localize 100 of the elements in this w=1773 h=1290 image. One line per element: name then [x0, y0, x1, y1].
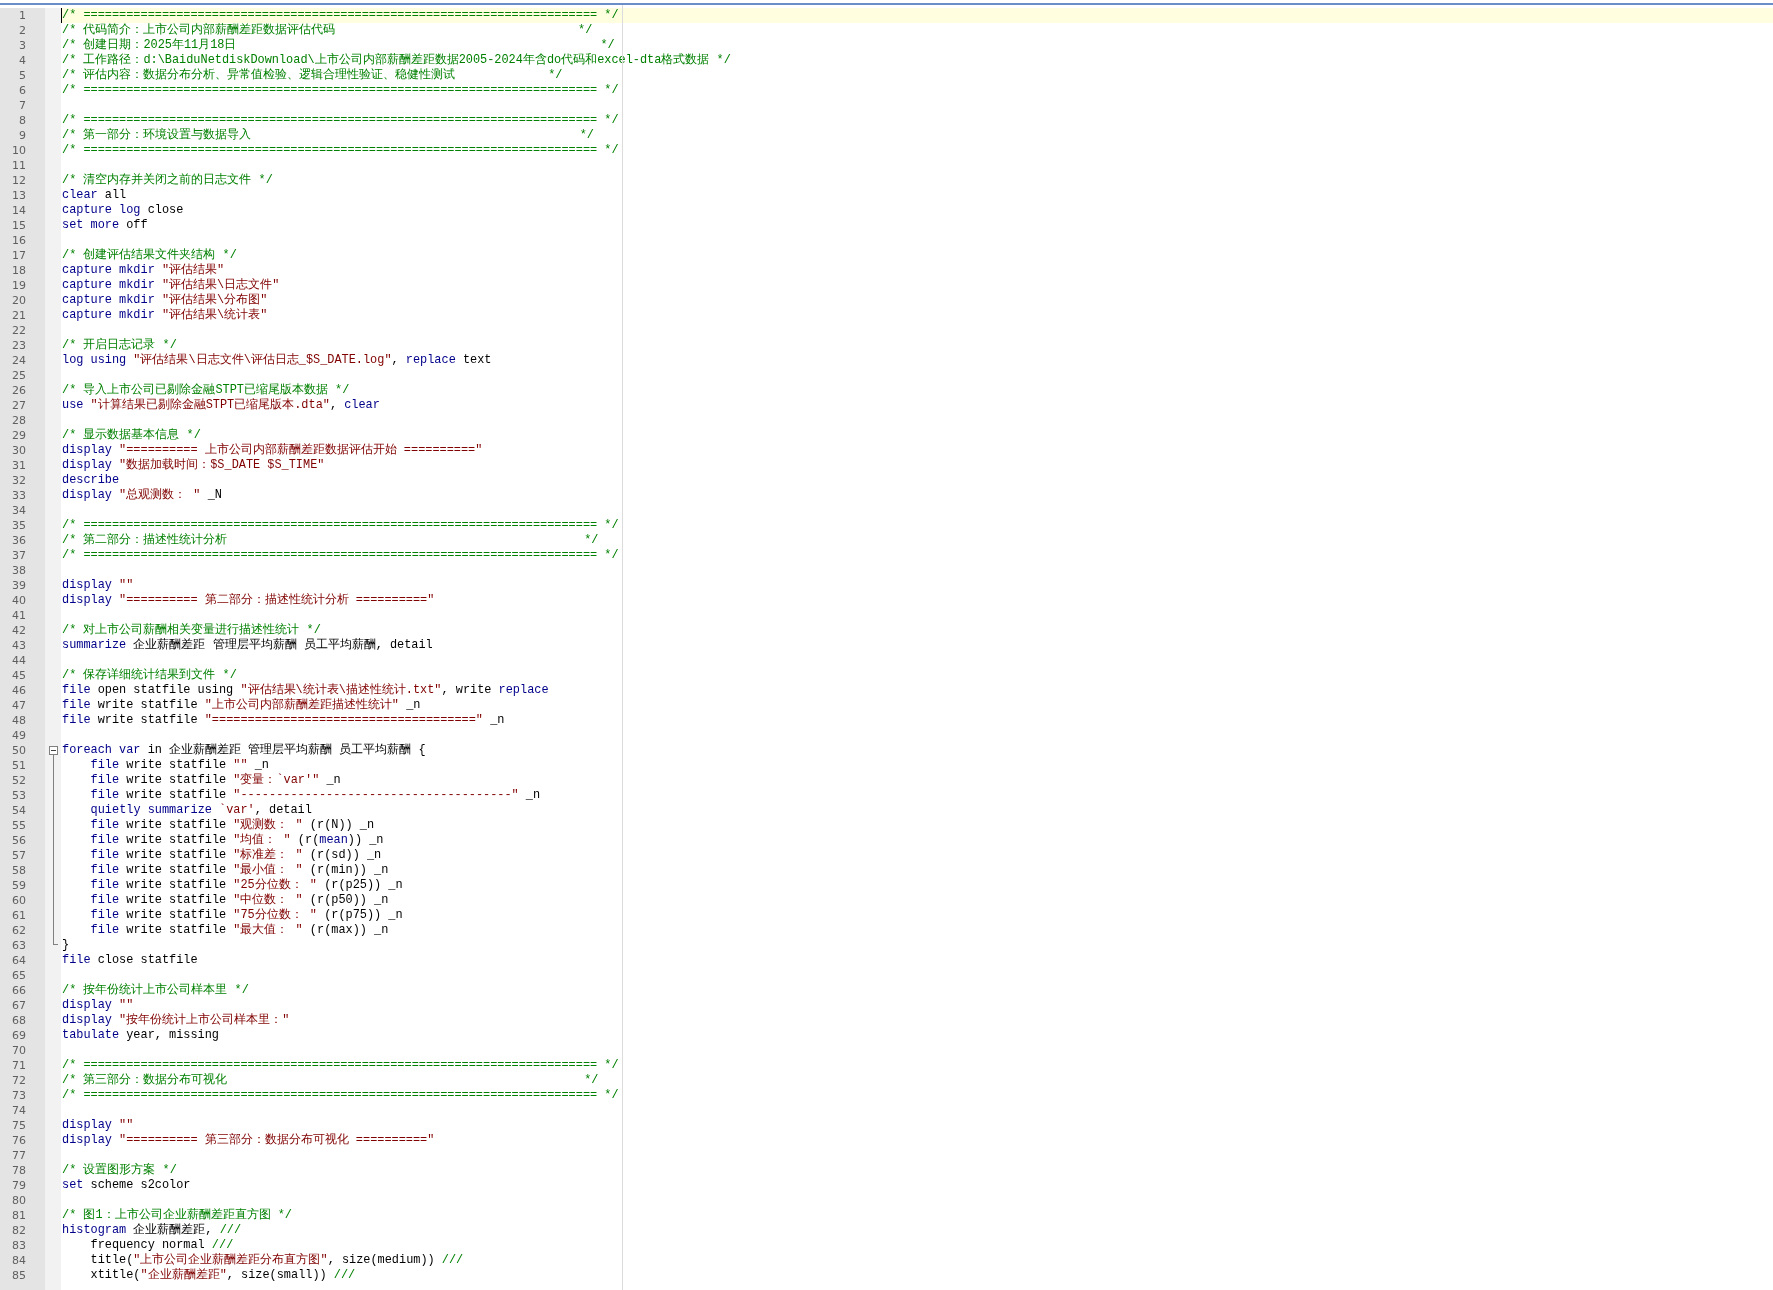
- line-number: 32: [11, 473, 27, 488]
- line-number: 85: [11, 1268, 27, 1283]
- line-number: 72: [11, 1073, 27, 1088]
- line-number: 1: [18, 8, 27, 23]
- code-line: capture mkdir "评估结果": [61, 263, 226, 278]
- line-number: 30: [11, 443, 27, 458]
- code-line: capture mkdir "评估结果\日志文件": [61, 278, 281, 293]
- line-number: 69: [11, 1028, 27, 1043]
- code-line: file write statfile "最大值： " (r(max)) _n: [89, 923, 390, 938]
- code-line: describe: [61, 473, 121, 488]
- code-line: file write statfile "均值： " (r(mean)) _n: [89, 833, 385, 848]
- code-line: file write statfile "中位数： " (r(p50)) _n: [89, 893, 390, 908]
- code-line: /* 对上市公司薪酬相关变量进行描述性统计 */: [61, 623, 322, 638]
- code-line: use "计算结果已剔除金融STPT已缩尾版本.dta", clear: [61, 398, 381, 413]
- code-line: file write statfile "上市公司内部薪酬差距描述性统计" _n: [61, 698, 422, 713]
- code-line: capture log close: [61, 203, 185, 218]
- code-line: /* 显示数据基本信息 */: [61, 428, 202, 443]
- line-number: 14: [11, 203, 27, 218]
- line-number: 28: [11, 413, 27, 428]
- line-number: 34: [11, 503, 27, 518]
- line-number: 65: [11, 968, 27, 983]
- code-line: quietly summarize `var', detail: [89, 803, 313, 818]
- code-line: file write statfile "75分位数： " (r(p75)) _n: [89, 908, 404, 923]
- code-line: /* 第三部分：数据分布可视化 */: [61, 1073, 600, 1088]
- line-number: 82: [11, 1223, 27, 1238]
- line-number: 67: [11, 998, 27, 1013]
- code-line: /* ======================================================================== */: [61, 143, 620, 158]
- code-line: file open statfile using "评估结果\统计表\描述性统计.txt", write replace: [61, 683, 550, 698]
- line-number: 33: [11, 488, 27, 503]
- line-number: 84: [11, 1253, 27, 1268]
- code-line: display "========== 上市公司内部薪酬差距数据评估开始 ==========": [61, 443, 484, 458]
- code-line: /* 保存详细统计结果到文件 */: [61, 668, 238, 683]
- line-number: 13: [11, 188, 27, 203]
- line-number: 64: [11, 953, 27, 968]
- code-line: file write statfile "" _n: [89, 758, 270, 773]
- code-line: histogram 企业薪酬差距, ///: [61, 1223, 243, 1238]
- code-line: /* 第二部分：描述性统计分析 */: [61, 533, 600, 548]
- code-line: /* 图1：上市公司企业薪酬差距直方图 */: [61, 1208, 293, 1223]
- code-line: file write statfile "最小值： " (r(min)) _n: [89, 863, 390, 878]
- code-line: title("上市公司企业薪酬差距分布直方图", size(medium)) ///: [89, 1253, 465, 1268]
- line-number: 8: [18, 113, 27, 128]
- line-number: 49: [11, 728, 27, 743]
- line-number: 21: [11, 308, 27, 323]
- line-number: 55: [11, 818, 27, 833]
- code-line: /* ======================================================================== */: [61, 1088, 620, 1103]
- line-number: 2: [18, 23, 27, 38]
- line-number: 52: [11, 773, 27, 788]
- line-number: 68: [11, 1013, 27, 1028]
- code-line: clear all: [61, 188, 128, 203]
- line-number: 80: [11, 1193, 27, 1208]
- fold-toggle[interactable]: [49, 746, 58, 755]
- code-line: display "": [61, 578, 135, 593]
- code-line: foreach var in 企业薪酬差距 管理层平均薪酬 员工平均薪酬 {: [61, 743, 427, 758]
- line-number: 3: [18, 38, 27, 53]
- code-line: /* 设置图形方案 */: [61, 1163, 178, 1178]
- code-line: /* 工作路径：d:\BaiduNetdiskDownload\上市公司内部薪酬差距数据2005-2024年含do代码和excel-dta格式数据 */: [61, 53, 732, 68]
- line-number: 79: [11, 1178, 27, 1193]
- code-line: capture mkdir "评估结果\分布图": [61, 293, 269, 308]
- line-number: 29: [11, 428, 27, 443]
- line-number: 7: [18, 98, 27, 113]
- code-line: /* ======================================================================== */: [61, 518, 620, 533]
- line-number: 27: [11, 398, 27, 413]
- line-number: 4: [18, 53, 27, 68]
- code-line: display "数据加载时间：$S_DATE $S_TIME": [61, 458, 326, 473]
- code-line: file write statfile "--------------------------------------" _n: [89, 788, 542, 803]
- line-number: 60: [11, 893, 27, 908]
- code-line: log using "评估结果\日志文件\评估日志_$S_DATE.log", replace text: [61, 353, 493, 368]
- line-number: 54: [11, 803, 27, 818]
- code-line: set scheme s2color: [61, 1178, 192, 1193]
- line-number: 37: [11, 548, 27, 563]
- code-line: file close statfile: [61, 953, 199, 968]
- line-number: 44: [11, 653, 27, 668]
- code-line: /* ======================================================================== */: [61, 1058, 620, 1073]
- line-number: 41: [11, 608, 27, 623]
- line-number: 73: [11, 1088, 27, 1103]
- line-number: 50: [11, 743, 27, 758]
- line-number: 71: [11, 1058, 27, 1073]
- line-number: 51: [11, 758, 27, 773]
- line-number: 75: [11, 1118, 27, 1133]
- line-number: 83: [11, 1238, 27, 1253]
- line-number: 62: [11, 923, 27, 938]
- line-number: 22: [11, 323, 27, 338]
- line-number: 5: [18, 68, 27, 83]
- line-number: 17: [11, 248, 27, 263]
- code-line: xtitle("企业薪酬差距", size(small)) ///: [89, 1268, 357, 1283]
- line-number: 63: [11, 938, 27, 953]
- line-number: 53: [11, 788, 27, 803]
- code-line: file write statfile "变量：`var'" _n: [89, 773, 342, 788]
- code-line: file write statfile "观测数： " (r(N)) _n: [89, 818, 376, 833]
- code-line: /* 清空内存并关闭之前的日志文件 */: [61, 173, 274, 188]
- code-line: tabulate year, missing: [61, 1028, 220, 1043]
- line-number: 40: [11, 593, 27, 608]
- line-number: 15: [11, 218, 27, 233]
- code-line: set more off: [61, 218, 149, 233]
- code-line: capture mkdir "评估结果\统计表": [61, 308, 269, 323]
- line-number: 45: [11, 668, 27, 683]
- line-number: 19: [11, 278, 27, 293]
- line-number: 46: [11, 683, 27, 698]
- line-number: 81: [11, 1208, 27, 1223]
- line-number: 11: [11, 158, 27, 173]
